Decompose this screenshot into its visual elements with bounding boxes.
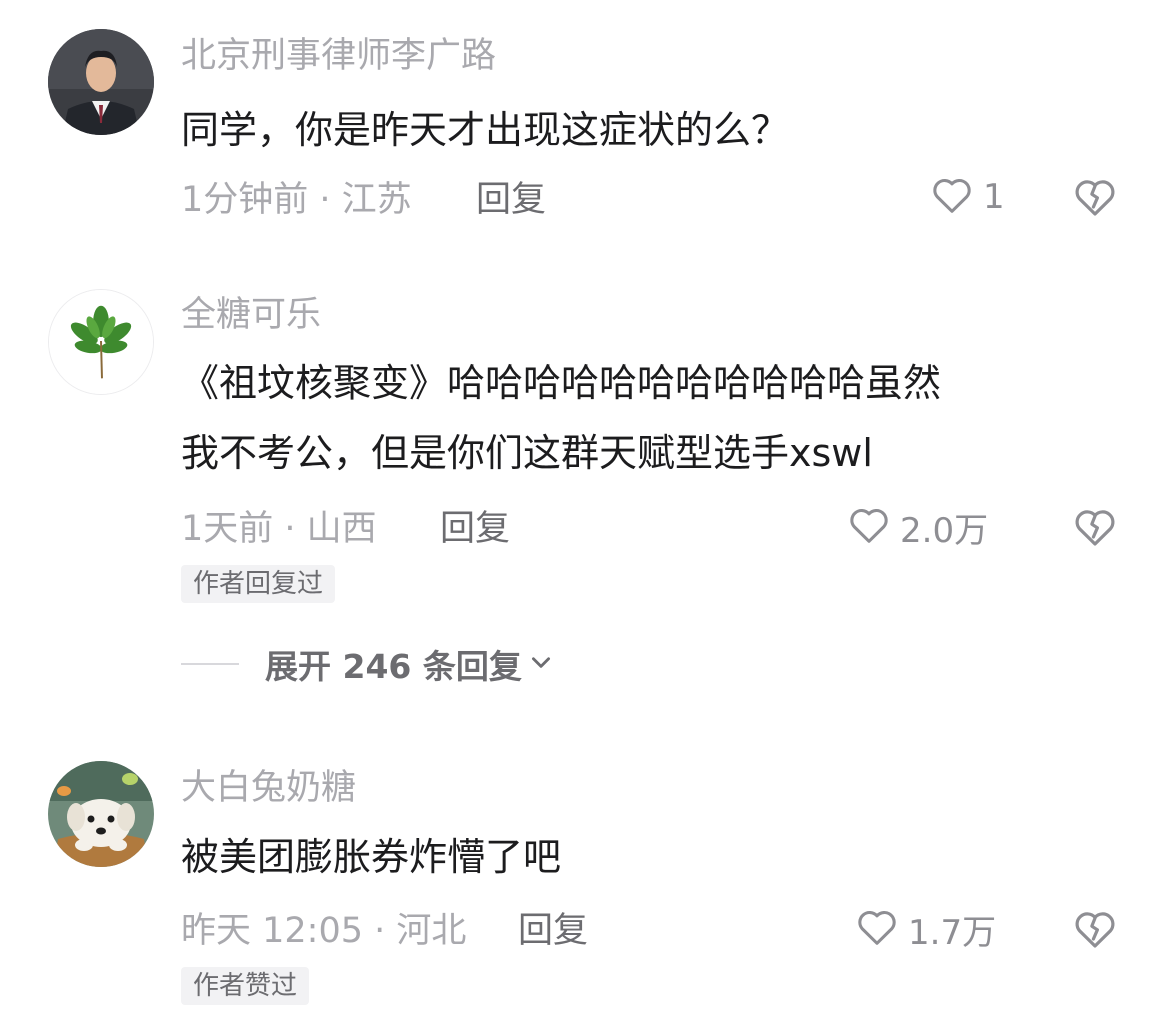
comment-text: 被美团膨胀券炸懵了吧: [181, 822, 1141, 892]
divider: [181, 663, 239, 665]
like-button[interactable]: 1: [929, 173, 1005, 221]
username[interactable]: 北京刑事律师李广路: [181, 36, 496, 76]
reply-button[interactable]: 回复: [440, 509, 510, 549]
like-count: 1: [983, 177, 1005, 217]
dislike-button[interactable]: [1071, 503, 1119, 551]
like-count: 1.7万: [908, 912, 997, 953]
broken-heart-icon: [1071, 180, 1119, 225]
broken-heart-icon: [1071, 912, 1119, 957]
comment-text: 同学，你是昨天才出现这症状的么？: [181, 95, 1141, 165]
avatar[interactable]: [48, 289, 154, 395]
username[interactable]: 全糖可乐: [181, 295, 321, 335]
reply-button[interactable]: 回复: [518, 911, 588, 951]
avatar[interactable]: [48, 29, 154, 135]
author-liked-badge: 作者赞过: [181, 967, 310, 1005]
comment-text-line: 我不考公，但是你们这群天赋型选手xswl: [181, 431, 873, 475]
heart-outline-icon: [846, 502, 892, 552]
broken-heart-icon: [1071, 510, 1119, 555]
like-button[interactable]: 1.7万: [854, 905, 996, 953]
like-button[interactable]: 2.0万: [846, 503, 988, 551]
chevron-down-icon: [528, 649, 554, 679]
author-replied-badge: 作者回复过: [181, 565, 336, 603]
expand-replies-button[interactable]: 展开 246 条回复: [181, 640, 554, 688]
comment-meta: 昨天 12:05 · 河北: [181, 911, 467, 951]
heart-outline-icon: [929, 172, 975, 222]
heart-outline-icon: [854, 904, 900, 954]
comment-text: 《祖坟核聚变》哈哈哈哈哈哈哈哈哈哈哈虽然 我不考公，但是你们这群天赋型选手xsw…: [181, 348, 1141, 488]
dislike-button[interactable]: [1071, 173, 1119, 221]
like-count: 2.0万: [900, 510, 989, 551]
comment-meta: 1分钟前 · 江苏: [181, 180, 412, 220]
comment-meta: 1天前 · 山西: [181, 509, 377, 549]
avatar[interactable]: [48, 761, 154, 867]
username[interactable]: 大白兔奶糖: [181, 768, 356, 808]
comment-text-line: 《祖坟核聚变》哈哈哈哈哈哈哈哈哈哈哈虽然: [181, 361, 942, 405]
expand-replies-label: 展开 246 条回复: [265, 647, 522, 686]
reply-button[interactable]: 回复: [476, 180, 546, 220]
comment-text-line: 同学，你是昨天才出现这症状的么？: [181, 108, 790, 152]
dislike-button[interactable]: [1071, 905, 1119, 953]
comment-text-line: 被美团膨胀券炸懵了吧: [181, 835, 562, 879]
